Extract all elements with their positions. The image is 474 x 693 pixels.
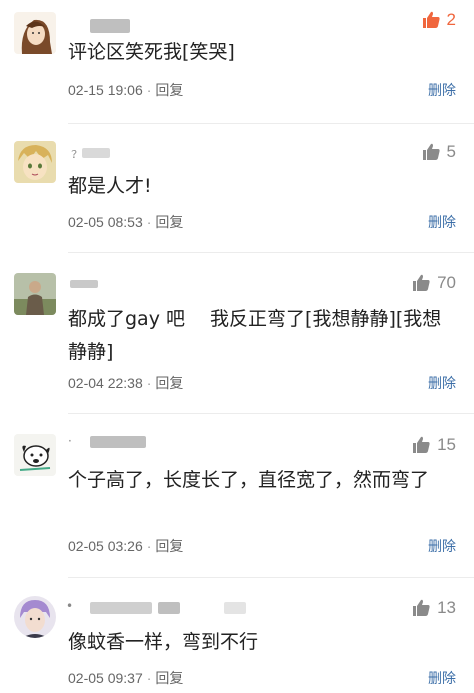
user-name-redacted: • (66, 599, 74, 613)
divider (68, 577, 474, 578)
user-name-redacted (82, 148, 110, 158)
comment-meta: 02-05 08:53 · 回复 (68, 212, 183, 232)
reply-link[interactable]: 回复 (155, 375, 183, 391)
reply-link[interactable]: 回复 (155, 538, 183, 554)
divider (68, 413, 474, 414)
user-name-redacted (70, 280, 98, 288)
comment-date: 02-15 19:06 (68, 82, 143, 98)
user-name-redacted (158, 602, 180, 614)
thumbs-up-icon (411, 435, 431, 455)
comment-text: 都成了gay 吧 我反正弯了[我想静静][我想静静] (68, 308, 442, 363)
reply-link[interactable]: 回复 (155, 670, 183, 686)
avatar[interactable] (14, 434, 56, 476)
meta-separator: · (146, 670, 152, 686)
delete-link[interactable]: 删除 (428, 668, 456, 688)
like-count: 70 (437, 273, 456, 292)
meta-separator: · (146, 214, 152, 230)
comment-meta: 02-05 09:37 · 回复 (68, 668, 183, 688)
thumbs-up-icon (421, 142, 441, 162)
divider (68, 123, 474, 124)
avatar-photo-person-icon (14, 273, 56, 315)
thumbs-up-icon (411, 273, 431, 293)
reply-link[interactable]: 回复 (155, 82, 183, 98)
comment-text: 都是人才! (68, 175, 152, 197)
avatar-purple-hair-icon (14, 596, 56, 638)
like-button[interactable]: 13 (411, 598, 456, 618)
like-button[interactable]: 5 (421, 142, 456, 162)
comment-date: 02-04 22:38 (68, 375, 143, 391)
like-count: 2 (446, 10, 456, 29)
like-count: 5 (446, 142, 456, 161)
comment-meta: 02-05 03:26 · 回复 (68, 536, 183, 556)
divider (68, 252, 474, 253)
user-name-redacted: · (68, 434, 72, 448)
delete-link[interactable]: 删除 (428, 212, 456, 232)
comment-meta: 02-15 19:06 · 回复 (68, 80, 183, 100)
avatar[interactable] (14, 596, 56, 638)
comment-text: 个子高了，长度长了，直径宽了，然而弯了 (68, 469, 430, 491)
reply-link[interactable]: 回复 (155, 214, 183, 230)
delete-link[interactable]: 删除 (428, 80, 456, 100)
comment-text: 像蚊香一样，弯到不行 (68, 631, 259, 653)
meta-separator: · (146, 82, 152, 98)
like-button[interactable]: 2 (421, 10, 456, 30)
comment-meta: 02-04 22:38 · 回复 (68, 373, 183, 393)
avatar[interactable] (14, 141, 56, 183)
user-name-redacted (90, 602, 152, 614)
like-button[interactable]: 70 (411, 273, 456, 293)
user-name-redacted (90, 436, 146, 448)
avatar[interactable] (14, 273, 56, 315)
like-count: 13 (437, 598, 456, 617)
user-name-redacted (90, 19, 130, 33)
like-count: 15 (437, 435, 456, 454)
avatar[interactable] (14, 12, 56, 54)
meta-separator: · (146, 375, 152, 391)
thumbs-up-icon (411, 598, 431, 618)
comment-date: 02-05 03:26 (68, 538, 143, 554)
comment-date: 02-05 08:53 (68, 214, 143, 230)
avatar-girl-sketch-icon (14, 12, 56, 54)
avatar-cartoon-dog-icon (14, 434, 56, 476)
comment-date: 02-05 09:37 (68, 670, 143, 686)
like-button[interactable]: 15 (411, 435, 456, 455)
delete-link[interactable]: 删除 (428, 536, 456, 556)
user-name-redacted: ﹖ (68, 146, 81, 160)
thumbs-up-icon (421, 10, 441, 30)
delete-link[interactable]: 删除 (428, 373, 456, 393)
meta-separator: · (146, 538, 152, 554)
comment-text: 评论区笑死我[笑哭] (68, 41, 235, 63)
avatar-anime-boy-icon (14, 141, 56, 183)
user-name-redacted (224, 602, 246, 614)
